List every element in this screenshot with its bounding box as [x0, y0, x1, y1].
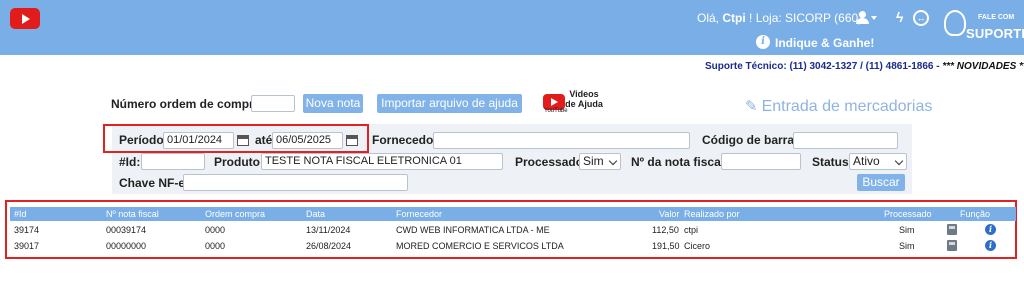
produto-label: Produto:	[214, 155, 264, 169]
chave-nfe-input[interactable]	[183, 174, 408, 191]
cell-processado: Sim	[899, 225, 915, 235]
cell-realizado: ctpi	[684, 225, 699, 235]
col-valor: Valor	[659, 209, 680, 219]
col-fornecedor: Fornecedor	[396, 209, 443, 219]
chevron-down-icon	[608, 156, 618, 166]
cell-nota-fiscal: 00039174	[106, 225, 147, 235]
suporte-label: SUPORTE	[966, 26, 1024, 41]
status-label: Status:	[812, 155, 853, 169]
nota-fiscal-input[interactable]	[721, 153, 801, 170]
support-phone-line: Suporte Técnico: (11) 3042-1327 / (11) 4…	[705, 61, 1024, 72]
nova-nota-button[interactable]: Nova nota	[303, 94, 363, 113]
store-info: ! Loja: SICORP (660)	[749, 11, 863, 25]
headset-icon	[944, 10, 966, 36]
id-input[interactable]	[141, 153, 205, 170]
processado-select[interactable]: Sim	[579, 153, 621, 170]
id-label: #Id:	[119, 155, 141, 169]
swap-icon[interactable]: ↔	[913, 10, 929, 26]
chevron-down-icon	[894, 156, 904, 166]
info-icon[interactable]: i	[985, 240, 996, 251]
print-icon[interactable]	[947, 240, 957, 251]
youtube-icon[interactable]	[10, 8, 40, 29]
importar-button[interactable]: Importar arquivo de ajuda	[377, 94, 522, 113]
youtube-label: YouTube	[544, 108, 568, 114]
support-button[interactable]: FALE COM SUPORTE	[940, 8, 1024, 52]
page-title-text: Entrada de mercadorias	[761, 98, 933, 115]
fale-com-label: FALE COM	[978, 14, 1015, 21]
fornecedor-label: Fornecedor:	[372, 133, 443, 147]
nota-fiscal-label: Nº da nota fiscal:	[631, 155, 729, 169]
col-funcao: Função	[960, 209, 991, 219]
produto-input[interactable]: TESTE NOTA FISCAL ELETRONICA 01	[261, 153, 503, 170]
codigo-barras-input[interactable]	[793, 132, 898, 149]
cell-processado: Sim	[899, 241, 915, 251]
fornecedor-input[interactable]	[433, 132, 690, 149]
buscar-button[interactable]: Buscar	[857, 174, 905, 191]
chave-nfe-label: Chave NF-e:	[119, 176, 190, 190]
cell-valor: 112,50	[652, 225, 679, 235]
table-row[interactable]: 39017 00000000 0000 26/08/2024 MORED COM…	[10, 239, 1016, 253]
ordem-compra-input[interactable]	[251, 95, 295, 112]
cell-data: 26/08/2024	[306, 241, 352, 251]
cell-id: 39017	[14, 241, 40, 251]
cell-ordem: 0000	[205, 241, 226, 251]
cell-id: 39174	[14, 225, 40, 235]
cell-data: 13/11/2024	[306, 225, 351, 235]
periodo-label: Período:	[119, 133, 168, 147]
calendar-icon[interactable]	[346, 135, 358, 146]
novidades-link[interactable]: *** NOVIDADES ***	[942, 61, 1024, 72]
cell-fornecedor: CWD WEB INFORMATICA LTDA - ME	[396, 225, 550, 235]
col-data: Data	[306, 209, 326, 219]
bolt-icon[interactable]: ϟ	[896, 9, 903, 25]
cell-valor: 191,50	[652, 241, 680, 251]
greeting: Olá, Ctpi ! Loja: SICORP (660)	[697, 11, 862, 25]
print-icon[interactable]	[947, 224, 957, 235]
page-title: ✎ Entrada de mercadorias	[745, 97, 932, 116]
cell-fornecedor: MORED COMERCIO E SERVICOS LTDA	[396, 241, 564, 251]
periodo-from-input[interactable]: 01/01/2024	[163, 132, 234, 149]
ordem-compra-label: Número ordem de compra:	[111, 97, 265, 111]
info-icon: i	[756, 35, 770, 49]
codigo-barras-label: Código de barras:	[702, 133, 805, 147]
user-name: Ctpi	[722, 11, 746, 25]
col-processado: Processado	[884, 209, 932, 219]
table-row[interactable]: 39174 00039174 0000 13/11/2024 CWD WEB I…	[10, 223, 1016, 237]
info-icon[interactable]: i	[985, 224, 996, 235]
col-nota-fiscal: Nº nota fiscal	[106, 209, 159, 219]
cell-ordem: 0000	[205, 225, 226, 235]
col-id: #Id	[14, 209, 27, 219]
user-menu-icon[interactable]	[855, 11, 877, 25]
calendar-icon[interactable]	[237, 135, 249, 146]
videos-ajuda-button[interactable]: Videos de Ajuda YouTube	[543, 88, 605, 116]
periodo-to-input[interactable]: 06/05/2025	[272, 132, 343, 149]
col-ordem-compra: Ordem compra	[205, 209, 266, 219]
greeting-prefix: Olá,	[697, 11, 720, 25]
ate-label: até	[255, 133, 273, 147]
top-header: Olá, Ctpi ! Loja: SICORP (660) ϟ ↔ i Ind…	[0, 0, 1024, 55]
processado-label: Processado:	[515, 155, 588, 169]
table-header: #Id Nº nota fiscal Ordem compra Data For…	[10, 207, 1016, 221]
status-select[interactable]: Ativo	[849, 153, 907, 170]
cell-nota-fiscal: 00000000	[106, 241, 147, 251]
pencil-square-icon: ✎	[745, 98, 758, 115]
col-realizado-por: Realizado por	[684, 209, 740, 219]
cell-realizado: Cicero	[684, 241, 711, 251]
support-phones: Suporte Técnico: (11) 3042-1327 / (11) 4…	[705, 61, 943, 72]
videos-ajuda-label: Videos de Ajuda	[565, 89, 603, 109]
indique-link[interactable]: Indique & Ganhe!	[775, 36, 874, 50]
